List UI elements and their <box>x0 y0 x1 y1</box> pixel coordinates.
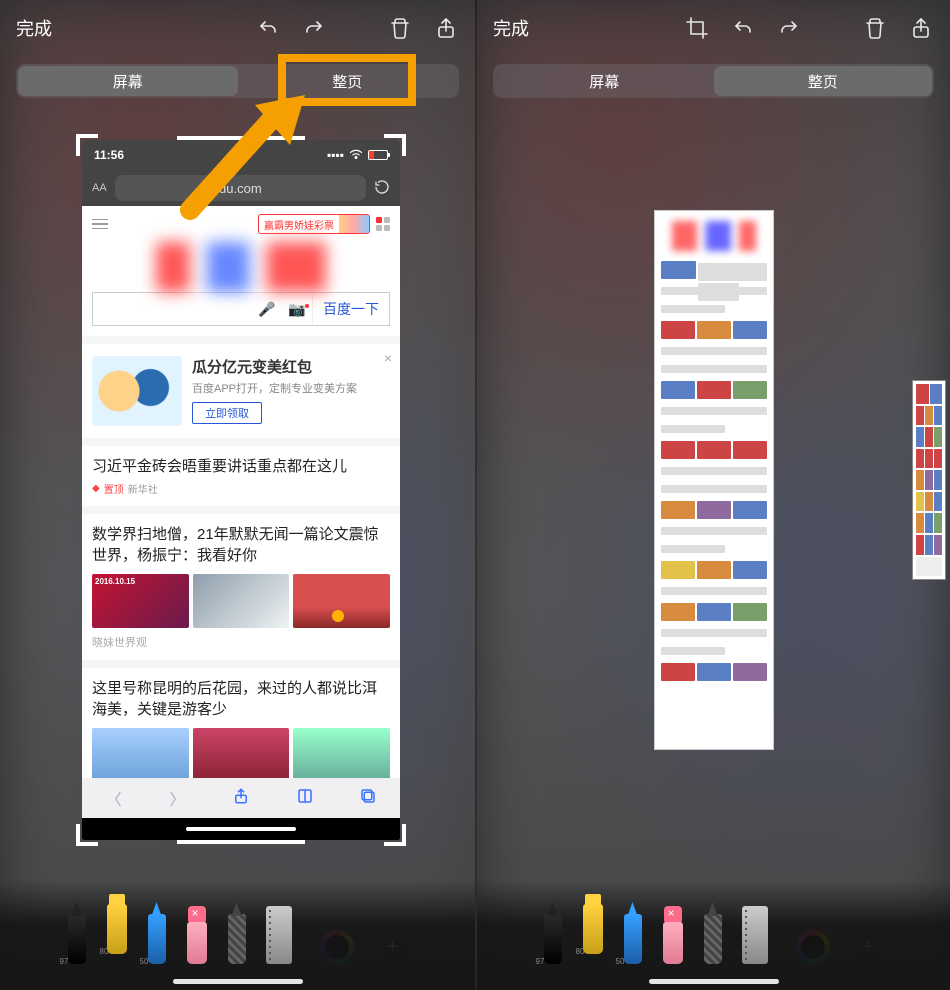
tab-screen[interactable]: 屏幕 <box>495 66 714 96</box>
share-icon[interactable] <box>433 15 459 41</box>
tool-size: 50 <box>140 957 149 966</box>
markup-toolbar: 97 80 50 + <box>477 880 950 990</box>
share-icon[interactable] <box>908 15 934 41</box>
signal-icon: ▪▪▪▪ <box>327 148 344 162</box>
done-button[interactable]: 完成 <box>16 15 52 41</box>
crop-icon[interactable] <box>684 15 710 41</box>
editor-topbar: 完成 <box>477 0 950 56</box>
share-icon[interactable] <box>230 787 252 810</box>
text-size-button[interactable]: AA <box>92 182 107 194</box>
back-icon[interactable]: 〈 <box>103 786 125 810</box>
promo-card[interactable]: × 瓜分亿元变美红包 百度APP打开，定制专业变美方案 立即领取 <box>82 344 400 438</box>
tool-size: 97 <box>536 957 545 966</box>
promo-cta-button[interactable]: 立即领取 <box>192 402 262 424</box>
site-logo <box>82 242 400 292</box>
news-thumb <box>193 728 290 778</box>
pen-tool[interactable]: 97 <box>66 902 88 964</box>
crop-handle-icon[interactable] <box>177 840 304 844</box>
trash-icon[interactable] <box>387 15 413 41</box>
news-item[interactable]: 习近平金砖会晤重要讲话重点都在这儿 ◆ 置顶 新华社 <box>82 446 400 506</box>
tabs-icon[interactable] <box>357 787 379 810</box>
highlighter-tool[interactable]: 80 <box>106 894 128 954</box>
news-headline: 习近平金砖会晤重要讲话重点都在这儿 <box>92 456 390 477</box>
right-panel: 完成 屏幕 整页 <box>475 0 950 990</box>
done-button[interactable]: 完成 <box>493 15 529 41</box>
redo-icon[interactable] <box>776 15 802 41</box>
crop-handle-icon[interactable] <box>384 824 406 846</box>
crop-handle-icon[interactable] <box>177 136 304 140</box>
forward-icon[interactable]: 〉 <box>166 786 188 810</box>
eraser-tool[interactable] <box>662 906 684 964</box>
camera-icon[interactable]: 📷 <box>282 301 312 318</box>
fullpage-preview[interactable] <box>654 210 774 750</box>
tool-size: 80 <box>576 947 585 956</box>
search-button[interactable]: 百度一下 <box>312 293 389 325</box>
tab-screen[interactable]: 屏幕 <box>18 66 238 96</box>
home-indicator <box>82 818 400 840</box>
segmented-control: 屏幕 整页 <box>16 64 459 98</box>
screenshot-preview[interactable]: 11:56 ▪▪▪▪ AA du.com <box>82 140 400 840</box>
top-promo-pill[interactable]: 赢霸男娇娃彩票 <box>258 214 370 234</box>
news-headline: 数学界扫地僧，21年默默无闻一篇论文震惊世界，杨振宁：我看好你 <box>92 524 390 566</box>
news-item[interactable]: 这里号称昆明的后花园，来过的人都说比洱海美，关键是游客少 <box>82 668 400 778</box>
wifi-icon <box>349 148 363 163</box>
undo-icon[interactable] <box>730 15 756 41</box>
eraser-tool[interactable] <box>186 906 208 964</box>
tab-fullpage[interactable]: 整页 <box>714 66 933 96</box>
pencil-tool[interactable]: 50 <box>622 902 644 964</box>
pencil-tool[interactable]: 50 <box>146 902 168 964</box>
promo-text: 赢霸男娇娃彩票 <box>259 217 339 232</box>
reload-icon[interactable] <box>374 179 390 198</box>
battery-icon <box>368 150 388 160</box>
crop-handle-icon[interactable] <box>76 134 98 156</box>
tool-size: 97 <box>60 957 69 966</box>
news-thumb <box>92 728 189 778</box>
editor-topbar: 完成 <box>0 0 475 56</box>
url-field[interactable]: du.com <box>115 175 366 201</box>
crop-handle-icon[interactable] <box>76 824 98 846</box>
hamburger-icon[interactable] <box>92 219 108 230</box>
promo-subtitle: 百度APP打开，定制专业变美方案 <box>192 380 390 396</box>
redo-icon[interactable] <box>301 15 327 41</box>
home-indicator <box>649 979 779 984</box>
mic-icon[interactable]: 🎤 <box>252 301 282 318</box>
tool-size: 80 <box>100 947 109 956</box>
promo-title: 瓜分亿元变美红包 <box>192 356 390 377</box>
news-thumb <box>293 574 390 628</box>
trash-icon[interactable] <box>862 15 888 41</box>
news-thumb: 2016.10.15 <box>92 574 189 628</box>
bookmarks-icon[interactable] <box>294 787 316 810</box>
status-time: 11:56 <box>94 148 124 162</box>
safari-bottombar: 〈 〉 <box>82 778 400 818</box>
news-thumb <box>293 728 390 778</box>
news-item[interactable]: 数学界扫地僧，21年默默无闻一篇论文震惊世界，杨振宁：我看好你 2016.10.… <box>82 514 400 660</box>
pin-icon: ◆ <box>92 483 100 494</box>
phone-urlbar: AA du.com <box>82 170 400 206</box>
news-headline: 这里号称昆明的后花园，来过的人都说比洱海美，关键是游客少 <box>92 678 390 720</box>
left-panel: 完成 屏幕 整页 <box>0 0 475 990</box>
page-scrubber[interactable] <box>912 380 946 580</box>
undo-icon[interactable] <box>255 15 281 41</box>
segmented-control: 屏幕 整页 <box>493 64 934 98</box>
phone-statusbar: 11:56 ▪▪▪▪ <box>82 140 400 170</box>
news-source: 新华社 <box>128 481 158 496</box>
pen-tool[interactable]: 97 <box>542 902 564 964</box>
markup-toolbar: 97 80 50 + <box>0 880 475 990</box>
home-indicator <box>173 979 303 984</box>
highlighter-tool[interactable]: 80 <box>582 894 604 954</box>
lasso-tool[interactable] <box>702 902 724 964</box>
ruler-tool[interactable] <box>266 906 292 964</box>
tool-size: 50 <box>616 957 625 966</box>
search-bar: 🎤 📷 百度一下 <box>92 292 390 326</box>
ruler-tool[interactable] <box>742 906 768 964</box>
close-icon[interactable]: × <box>384 350 392 366</box>
tab-fullpage[interactable]: 整页 <box>238 66 458 96</box>
promo-illustration <box>92 356 182 426</box>
lasso-tool[interactable] <box>226 902 248 964</box>
apps-grid-icon[interactable] <box>376 217 390 231</box>
news-thumb <box>193 574 290 628</box>
pin-label: 置顶 <box>104 481 124 496</box>
news-source: 晓妹世界观 <box>92 634 390 650</box>
